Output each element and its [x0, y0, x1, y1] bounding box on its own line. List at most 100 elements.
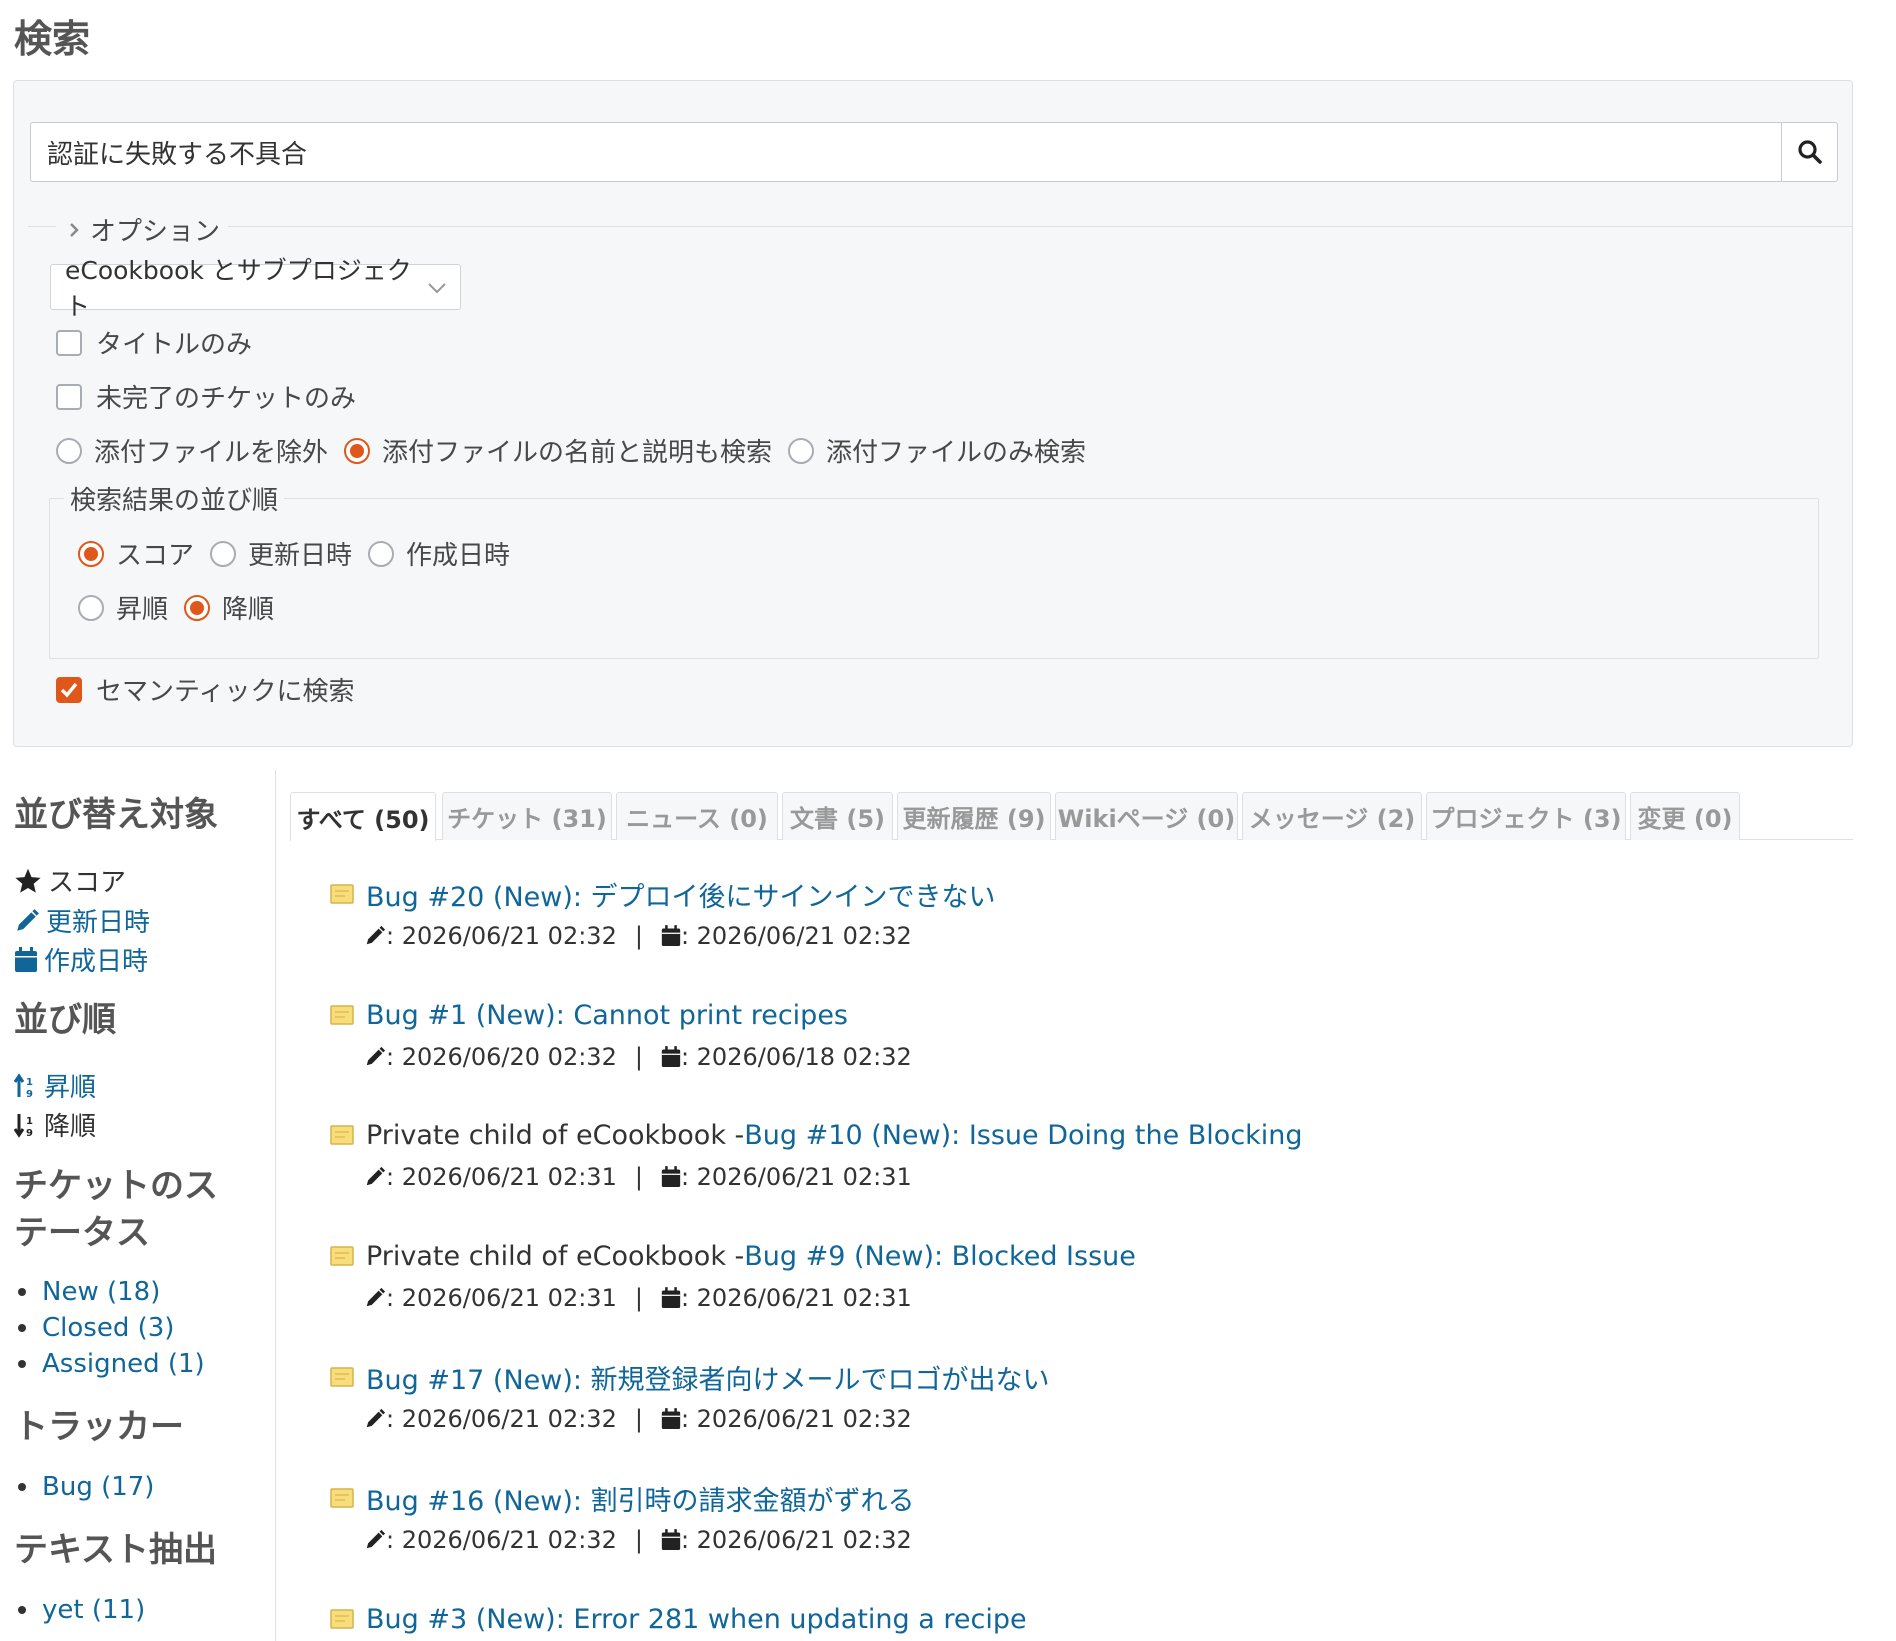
order-asc-radio[interactable]: [78, 594, 104, 621]
pencil-icon: [366, 925, 386, 945]
attachments-only-radio[interactable]: [788, 437, 815, 464]
sort-by-row: スコア 更新日時 作成日時: [78, 535, 526, 572]
result-created: : 2026/06/21 02:32: [680, 1526, 912, 1554]
sort-by-created-option[interactable]: 作成日時: [368, 535, 510, 572]
tab-messages[interactable]: メッセージ (2): [1242, 792, 1422, 840]
calendar-icon: [15, 946, 37, 972]
result-title-row: Private child of eCookbook - Bug #9 (New…: [330, 1236, 1136, 1276]
result-link[interactable]: Bug #16 (New): 割引時の請求金額がずれる: [366, 1479, 915, 1518]
search-input[interactable]: [30, 122, 1782, 182]
tab-wiki[interactable]: Wikiページ (0): [1055, 792, 1238, 840]
order-desc-radio[interactable]: [184, 594, 211, 621]
pencil-icon: [366, 1408, 386, 1428]
meta-separator: |: [634, 1405, 643, 1433]
issue-icon: [330, 1367, 354, 1387]
calendar-icon: [661, 1408, 681, 1429]
status-item-closed[interactable]: Closed (3): [14, 1313, 174, 1343]
sort-by-score-option[interactable]: スコア: [78, 535, 194, 572]
status-closed-label: Closed (3): [42, 1313, 175, 1343]
result-link[interactable]: Bug #20 (New): デプロイ後にサインインできない: [366, 875, 996, 914]
scope-select[interactable]: eCookbook とサブプロジェクト: [50, 256, 461, 321]
sort-by-updated-option[interactable]: 更新日時: [210, 535, 352, 572]
pencil-icon: [366, 1166, 386, 1186]
text-item-yet[interactable]: yet (11): [14, 1595, 145, 1625]
sort-target-created[interactable]: 作成日時: [14, 941, 148, 978]
search-page: 検索 オプション eCookbook とサブプロジェクト: [0, 0, 1896, 1641]
result-link[interactable]: Bug #10 (New): Issue Doing the Blocking: [744, 1120, 1302, 1151]
attachments-exclude-radio[interactable]: [56, 437, 82, 464]
sort-by-created-radio[interactable]: [368, 540, 395, 567]
titles-only-checkbox[interactable]: [56, 329, 82, 356]
issue-icon: [330, 1609, 354, 1629]
calendar-icon: [661, 925, 681, 946]
meta-separator: |: [634, 1163, 643, 1191]
result-item: Bug #17 (New): 新規登録者向けメールでロゴが出ない: 2026/0…: [330, 1357, 1050, 1433]
star-icon: [15, 868, 41, 893]
tab-issues[interactable]: チケット (31): [442, 792, 612, 840]
result-project: Private child of eCookbook -: [366, 1240, 745, 1272]
pencil-icon: [366, 1529, 386, 1549]
attachments-only-option[interactable]: 添付ファイルのみ検索: [788, 432, 1086, 469]
result-project: Private child of eCookbook -: [366, 1119, 745, 1151]
result-item: Private child of eCookbook - Bug #9 (New…: [330, 1236, 1136, 1312]
attachments-include-radio[interactable]: [344, 437, 371, 464]
open-issues-checkbox[interactable]: [56, 383, 82, 410]
result-link[interactable]: Bug #3 (New): Error 281 when updating a …: [366, 1604, 1027, 1635]
sort-by-updated-radio[interactable]: [210, 540, 237, 567]
sort-target-created-label: 作成日時: [44, 947, 149, 977]
search-icon: [1797, 140, 1822, 164]
result-updated: : 2026/06/21 02:32: [386, 1526, 617, 1554]
pencil-icon: [366, 1287, 386, 1307]
result-title-row: Bug #3 (New): Error 281 when updating a …: [330, 1599, 1027, 1639]
result-title-row: Private child of eCookbook - Bug #10 (Ne…: [330, 1115, 1303, 1155]
order-desc-option[interactable]: 降順: [184, 589, 274, 626]
order-asc-label: 昇順: [44, 1073, 97, 1103]
result-created: : 2026/06/21 02:31: [680, 1284, 912, 1312]
result-meta: : 2026/06/21 02:32 |: 2026/06/21 02:32: [364, 922, 912, 950]
sort-by-updated-label: 更新日時: [248, 541, 353, 571]
tab-changesets[interactable]: 更新履歴 (9): [897, 792, 1051, 840]
check-icon: [60, 682, 78, 698]
open-issues-option[interactable]: 未完了のチケットのみ: [56, 378, 356, 415]
sort-by-score-radio[interactable]: [78, 540, 104, 567]
sort-target-updated-label: 更新日時: [46, 908, 151, 938]
issue-icon: [330, 884, 354, 904]
calendar-icon: [661, 1166, 681, 1187]
tab-all[interactable]: すべて (50): [290, 792, 436, 841]
sort-target-updated[interactable]: 更新日時: [14, 902, 150, 939]
status-heading-line2: テータス: [14, 1213, 150, 1253]
result-link[interactable]: Bug #9 (New): Blocked Issue: [744, 1241, 1136, 1272]
attachments-exclude-option[interactable]: 添付ファイルを除外: [56, 432, 328, 469]
tab-documents[interactable]: 文書 (5): [782, 792, 893, 840]
result-link[interactable]: Bug #17 (New): 新規登録者向けメールでロゴが出ない: [366, 1358, 1050, 1397]
text-extraction-heading: テキスト抽出: [14, 1530, 217, 1570]
tab-news[interactable]: ニュース (0): [616, 792, 778, 840]
semantic-search-checkbox[interactable]: [56, 676, 82, 703]
result-link[interactable]: Bug #1 (New): Cannot print recipes: [366, 1000, 848, 1031]
tab-projects[interactable]: プロジェクト (3): [1426, 792, 1626, 840]
tab-changes[interactable]: 変更 (0): [1630, 792, 1740, 840]
issue-icon: [330, 1488, 354, 1508]
status-item-assigned[interactable]: Assigned (1): [14, 1349, 205, 1379]
status-new-label: New (18): [42, 1277, 161, 1307]
result-updated: : 2026/06/21 02:31: [386, 1284, 617, 1312]
semantic-search-option[interactable]: セマンティックに検索: [56, 671, 354, 708]
search-button[interactable]: [1781, 122, 1838, 182]
attachments-include-option[interactable]: 添付ファイルの名前と説明も検索: [344, 432, 772, 469]
calendar-icon: [661, 1046, 681, 1067]
result-title-row: Bug #16 (New): 割引時の請求金額がずれる: [330, 1478, 915, 1518]
order-asc-link[interactable]: 1 9 昇順: [14, 1067, 96, 1104]
titles-only-option[interactable]: タイトルのみ: [56, 324, 252, 361]
attachments-include-label: 添付ファイルの名前と説明も検索: [382, 438, 773, 468]
result-created: : 2026/06/18 02:32: [680, 1043, 912, 1071]
order-asc-option[interactable]: 昇順: [78, 589, 168, 626]
issue-icon: [330, 1005, 354, 1025]
result-item: Bug #20 (New): デプロイ後にサインインできない : 2026/06/…: [330, 874, 996, 950]
chevron-right-icon: [70, 222, 79, 237]
tracker-item-bug[interactable]: Bug (17): [14, 1472, 154, 1502]
sort-target-score-label: スコア: [48, 868, 127, 898]
sort-by-score-label: スコア: [116, 541, 195, 571]
tracker-bug-label: Bug (17): [42, 1472, 155, 1502]
options-toggle[interactable]: オプション: [28, 211, 1852, 248]
status-item-new[interactable]: New (18): [14, 1277, 160, 1307]
